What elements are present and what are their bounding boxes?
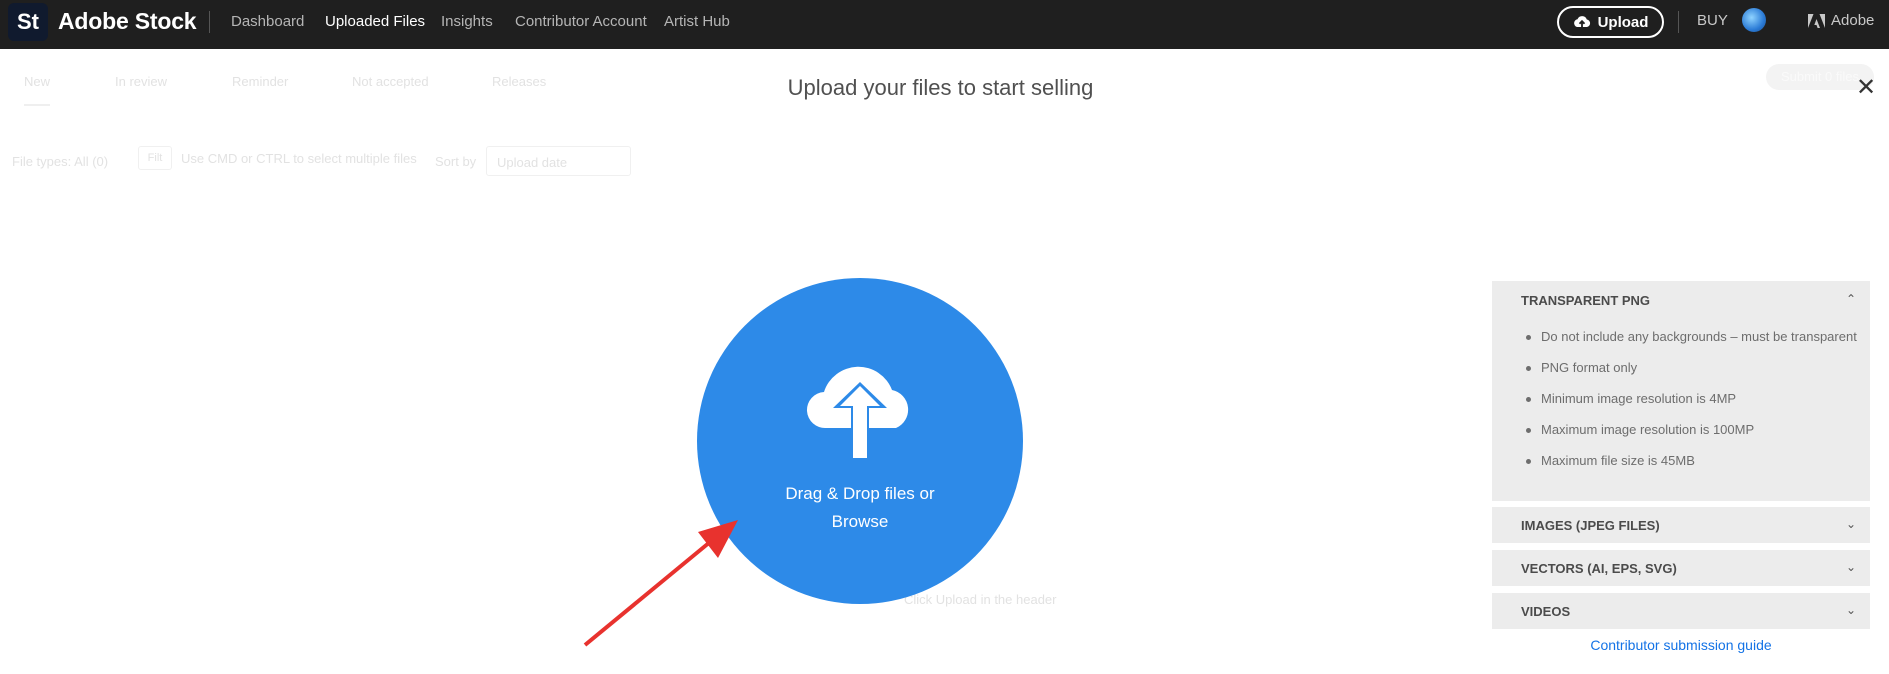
chevron-up-icon[interactable]: ⌃ (1846, 292, 1856, 306)
adobe-link[interactable]: Adobe (1808, 12, 1874, 29)
brand-name[interactable]: Adobe Stock (58, 8, 197, 35)
browse-link[interactable]: Browse (697, 508, 1023, 536)
avatar[interactable] (1742, 8, 1766, 32)
file-types-filter: File types: All (0) (12, 154, 109, 169)
guideline-section-images[interactable]: IMAGES (JPEG FILES) ⌄ (1492, 507, 1870, 543)
chevron-down-icon: ⌄ (1845, 560, 1856, 574)
annotation-arrow (583, 520, 738, 647)
list-item: Do not include any backgrounds – must be… (1526, 329, 1857, 360)
section-title[interactable]: TRANSPARENT PNG (1521, 293, 1650, 308)
multi-select-hint: Use CMD or CTRL to select multiple files (181, 151, 417, 166)
nav-uploaded-files[interactable]: Uploaded Files (325, 13, 425, 30)
sort-by-label: Sort by (435, 154, 477, 169)
section-title: VECTORS (AI, EPS, SVG) (1521, 561, 1677, 576)
buy-link[interactable]: BUY (1697, 12, 1728, 29)
list-item: Maximum file size is 45MB (1526, 453, 1857, 484)
adobe-label: Adobe (1831, 12, 1875, 29)
section-title: VIDEOS (1521, 604, 1571, 619)
chevron-down-icon: ⌄ (1845, 517, 1856, 531)
filter-input: Filt (138, 146, 172, 170)
guideline-section-videos[interactable]: VIDEOS ⌄ (1492, 593, 1870, 629)
contributor-guide-link[interactable]: Contributor submission guide (1492, 637, 1870, 653)
nav-contributor-account[interactable]: Contributor Account (515, 13, 647, 30)
modal-title: Upload your files to start selling (787, 75, 1094, 100)
tab-underline (24, 104, 50, 106)
guideline-section-transparent-png: TRANSPARENT PNG ⌃ Do not include any bac… (1492, 281, 1870, 501)
cloud-upload-icon (1573, 16, 1590, 28)
adobe-stock-logo[interactable]: St (8, 3, 48, 41)
upload-button-label: Upload (1597, 13, 1649, 31)
list-item: Maximum image resolution is 100MP (1526, 422, 1857, 453)
drop-instructions: Drag & Drop files or (785, 484, 935, 503)
close-icon[interactable]: ✕ (1856, 73, 1876, 102)
drop-zone-text: Drag & Drop files or Browse (697, 480, 1023, 536)
nav-dashboard[interactable]: Dashboard (231, 13, 304, 30)
sort-select: Upload date (486, 146, 631, 176)
adobe-logo-icon (1808, 13, 1825, 28)
top-navigation-bar: St Adobe Stock Dashboard Uploaded Files … (0, 0, 1889, 49)
nav-divider (1678, 11, 1679, 33)
nav-divider (209, 11, 210, 33)
nav-artist-hub[interactable]: Artist Hub (664, 13, 730, 30)
empty-state-hint: Click Upload in the header (904, 592, 1057, 607)
list-item: Minimum image resolution is 4MP (1526, 391, 1857, 422)
guideline-list: Do not include any backgrounds – must be… (1526, 329, 1857, 484)
guideline-section-vectors[interactable]: VECTORS (AI, EPS, SVG) ⌄ (1492, 550, 1870, 586)
list-item: PNG format only (1526, 360, 1857, 391)
cloud-upload-icon (806, 366, 909, 462)
nav-insights[interactable]: Insights (441, 13, 493, 30)
upload-button[interactable]: Upload (1557, 6, 1664, 38)
chevron-down-icon: ⌄ (1845, 603, 1856, 617)
section-title: IMAGES (JPEG FILES) (1521, 518, 1660, 533)
